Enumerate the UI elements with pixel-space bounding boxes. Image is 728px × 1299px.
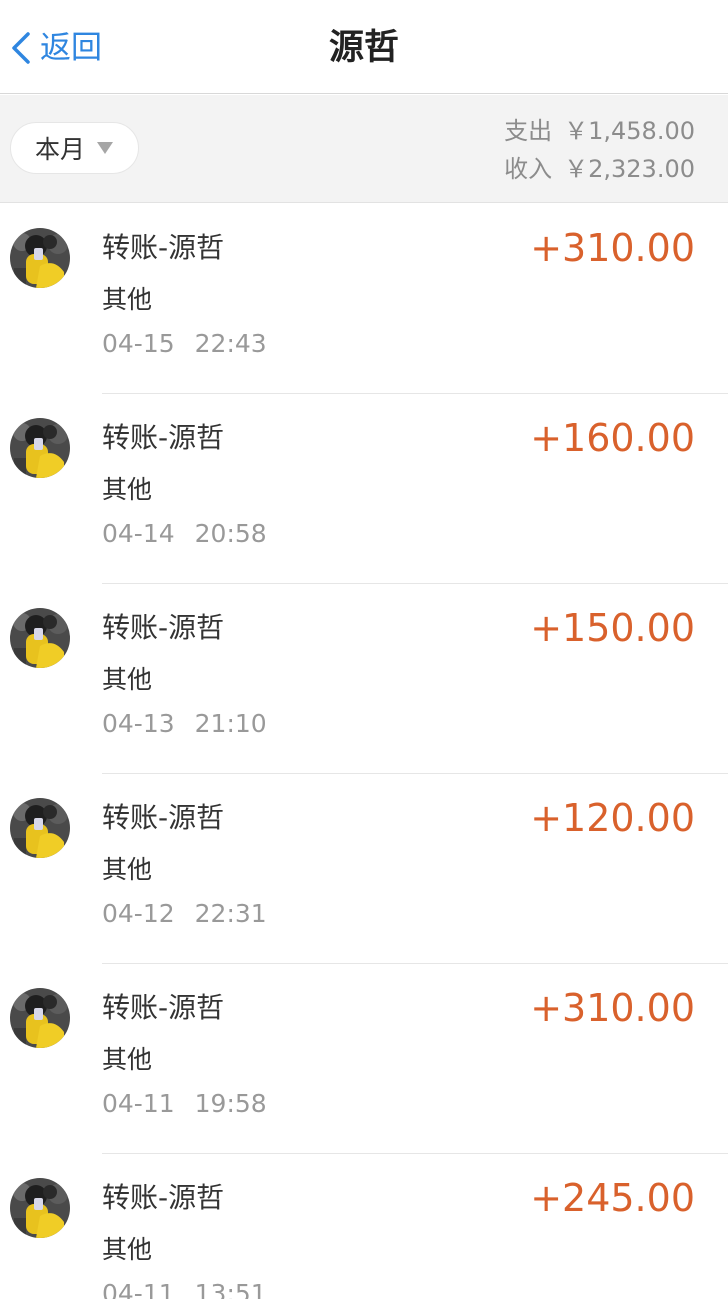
transaction-category: 其他 bbox=[102, 1235, 153, 1264]
user-avatar bbox=[10, 608, 70, 668]
income-label: 收入 bbox=[504, 155, 553, 183]
transaction-time: 22:31 bbox=[194, 899, 267, 928]
expense-value: ￥1,458.00 bbox=[564, 117, 695, 145]
caret-down-icon bbox=[97, 142, 114, 154]
transaction-title: 转账-源哲 bbox=[102, 421, 225, 454]
transaction-datetime: 04-13 21:10 bbox=[102, 706, 267, 742]
transaction-row[interactable]: 转账-源哲 其他 04-13 21:10 +150.00 bbox=[0, 584, 728, 774]
transaction-row[interactable]: 转账-源哲 其他 04-14 20:58 +160.00 bbox=[0, 394, 728, 584]
transaction-row[interactable]: 转账-源哲 其他 04-12 22:31 +120.00 bbox=[0, 774, 728, 964]
transaction-amount: +150.00 bbox=[530, 606, 695, 650]
transaction-category: 其他 bbox=[102, 475, 153, 504]
transaction-row[interactable]: 转账-源哲 其他 04-11 19:58 +310.00 bbox=[0, 964, 728, 1154]
transaction-amount: +245.00 bbox=[530, 1176, 695, 1220]
transaction-time: 19:58 bbox=[194, 1089, 267, 1118]
transaction-title: 转账-源哲 bbox=[102, 611, 225, 644]
transaction-date: 04-11 bbox=[102, 1279, 175, 1299]
transaction-date: 04-14 bbox=[102, 519, 175, 548]
transaction-date: 04-13 bbox=[102, 709, 175, 738]
transaction-title: 转账-源哲 bbox=[102, 801, 225, 834]
filter-bar: 本月 支出 ￥1,458.00 收入 ￥2,323.00 bbox=[0, 95, 728, 203]
month-filter-button[interactable]: 本月 bbox=[10, 122, 139, 174]
expense-summary: 支出 ￥1,458.00 bbox=[504, 112, 695, 150]
page-title: 源哲 bbox=[328, 28, 399, 68]
user-avatar bbox=[10, 418, 70, 478]
nav-bar: 返回 源哲 bbox=[0, 0, 728, 94]
transaction-amount: +310.00 bbox=[530, 986, 695, 1030]
summary: 支出 ￥1,458.00 收入 ￥2,323.00 bbox=[504, 112, 695, 188]
transaction-time: 21:10 bbox=[194, 709, 267, 738]
transaction-category: 其他 bbox=[102, 285, 153, 314]
transaction-date: 04-15 bbox=[102, 329, 175, 358]
income-value: ￥2,323.00 bbox=[564, 155, 695, 183]
transaction-datetime: 04-11 13:51 bbox=[102, 1276, 267, 1299]
transaction-datetime: 04-14 20:58 bbox=[102, 516, 267, 552]
user-avatar bbox=[10, 988, 70, 1048]
transaction-time: 22:43 bbox=[194, 329, 267, 358]
transaction-amount: +120.00 bbox=[530, 796, 695, 840]
user-avatar bbox=[10, 798, 70, 858]
transaction-title: 转账-源哲 bbox=[102, 991, 225, 1024]
transaction-category: 其他 bbox=[102, 1045, 153, 1074]
transaction-date: 04-12 bbox=[102, 899, 175, 928]
month-filter-label: 本月 bbox=[35, 135, 86, 164]
transaction-title: 转账-源哲 bbox=[102, 1181, 225, 1214]
transaction-list: 转账-源哲 其他 04-15 22:43 +310.00 转账-源哲 其他 04-… bbox=[0, 204, 728, 1299]
transaction-category: 其他 bbox=[102, 855, 153, 884]
user-avatar bbox=[10, 1178, 70, 1238]
transaction-time: 13:51 bbox=[194, 1279, 267, 1299]
transaction-amount: +310.00 bbox=[530, 226, 695, 270]
transaction-title: 转账-源哲 bbox=[102, 231, 225, 264]
transaction-datetime: 04-15 22:43 bbox=[102, 326, 267, 362]
transaction-time: 20:58 bbox=[194, 519, 267, 548]
transaction-datetime: 04-12 22:31 bbox=[102, 896, 267, 932]
transaction-datetime: 04-11 19:58 bbox=[102, 1086, 267, 1122]
transaction-date: 04-11 bbox=[102, 1089, 175, 1118]
transaction-row[interactable]: 转账-源哲 其他 04-11 13:51 +245.00 bbox=[0, 1154, 728, 1299]
transaction-amount: +160.00 bbox=[530, 416, 695, 460]
expense-label: 支出 bbox=[504, 117, 553, 145]
user-avatar bbox=[10, 228, 70, 288]
transaction-category: 其他 bbox=[102, 665, 153, 694]
transaction-row[interactable]: 转账-源哲 其他 04-15 22:43 +310.00 bbox=[0, 204, 728, 394]
income-summary: 收入 ￥2,323.00 bbox=[504, 150, 695, 188]
